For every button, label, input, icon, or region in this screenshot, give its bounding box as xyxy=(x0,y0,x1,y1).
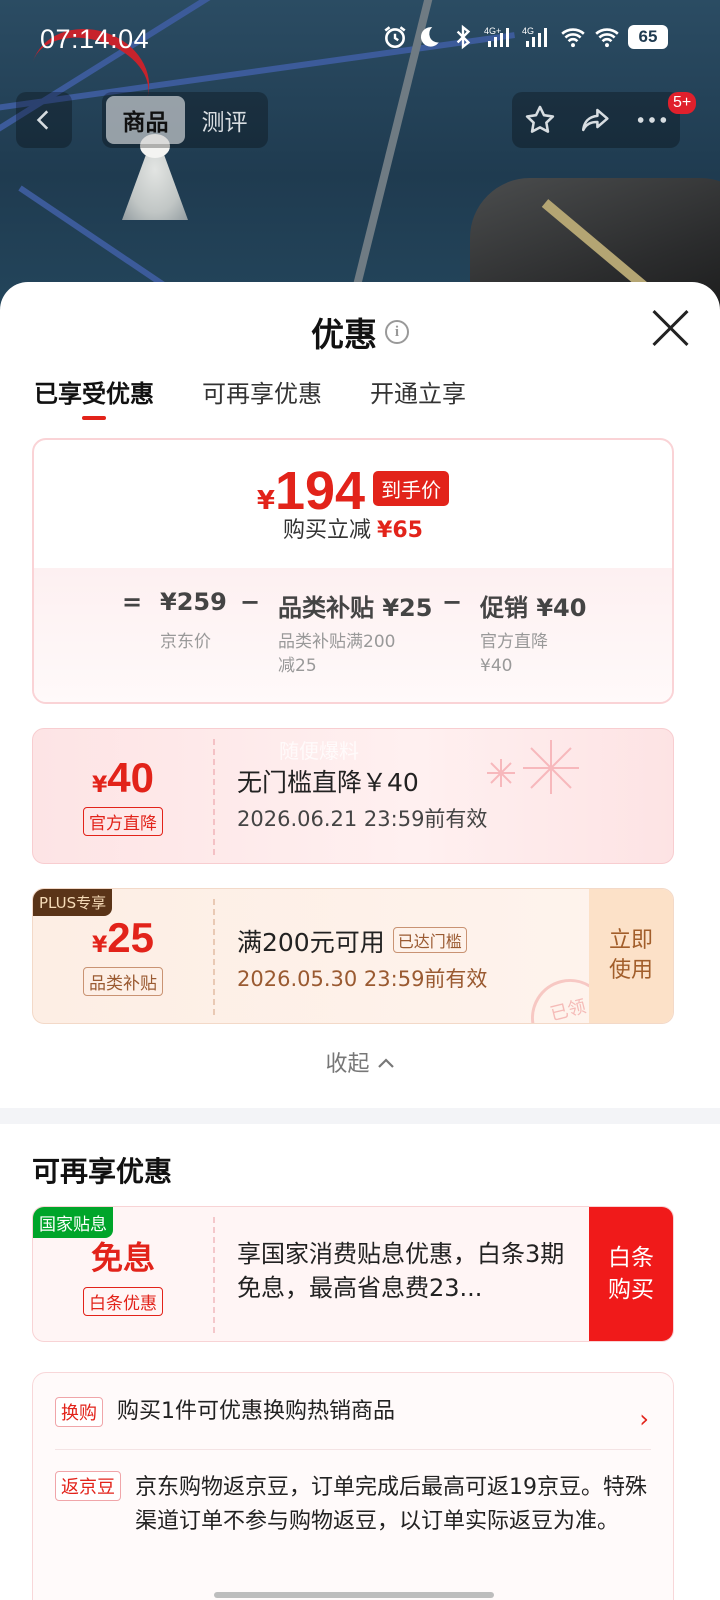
tab-activate-offers[interactable]: 开通立享 xyxy=(370,374,466,416)
wifi-icon xyxy=(560,24,586,50)
collapse-label: 收起 xyxy=(325,1052,370,1077)
bean-offer-row: 返京豆 京东购物返京豆，订单完成后最高可返19京豆。特殊渠道订单不参与购物返豆，… xyxy=(55,1471,655,1539)
home-indicator[interactable] xyxy=(214,1592,494,1598)
chevron-up-icon xyxy=(377,1058,394,1068)
price-breakdown: = ¥259 京东价 − 品类补贴 ¥25 品类补贴满200 减25 − 促销 … xyxy=(34,568,672,702)
reduction-label: 购买立减 xyxy=(283,518,372,543)
coupon-divider xyxy=(213,739,215,855)
coupon-details: 无门槛直降￥40 2026.06.21 23:59前有效 xyxy=(237,763,487,833)
tab-more-offers[interactable]: 可再享优惠 xyxy=(202,374,322,416)
close-button[interactable] xyxy=(650,308,690,348)
category-subsidy-note: 品类补贴满200 减25 xyxy=(278,632,396,676)
sheet-title: 优惠 xyxy=(311,315,377,354)
price-summary-card: ¥194 到手价 购买立减 ¥65 = ¥259 京东价 − 品类补贴 ¥25 品类… xyxy=(32,438,674,704)
coupon-title: 无门槛直降￥40 xyxy=(237,768,419,797)
coupon-value: ¥25 品类补贴 xyxy=(33,889,213,1023)
coupon-title: 满200元可用 已达门槛 xyxy=(237,923,487,959)
formula-equals: = xyxy=(122,588,143,616)
tab-enjoyed-offers[interactable]: 已享受优惠 xyxy=(34,374,154,420)
notification-badge: 5+ xyxy=(668,92,697,114)
baitiao-buy-button[interactable]: 白条 购买 xyxy=(589,1207,673,1341)
extra-offers-card: 换购 购买1件可优惠换购热销商品 › 返京豆 京东购物返京豆，订单完成后最高可返… xyxy=(32,1372,674,1600)
coupon-description: 享国家消费贴息优惠，白条3期免息，最高省息费23... xyxy=(237,1240,565,1302)
back-button[interactable] xyxy=(16,92,72,148)
info-icon[interactable]: i xyxy=(385,320,409,344)
coupon-divider xyxy=(213,899,215,1015)
promotion-note: 官方直降 ¥40 xyxy=(480,632,548,676)
coupon-type-tag: 白条优惠 xyxy=(83,1286,163,1316)
coupon-validity: 2026.05.30 23:59前有效 xyxy=(237,967,488,991)
more-icon xyxy=(637,117,667,123)
coupon-details: 满200元可用 已达门槛 2026.05.30 23:59前有效 xyxy=(237,923,487,993)
section-title: 可再享优惠 xyxy=(32,1155,173,1188)
sheet-header: 优惠 i xyxy=(0,308,720,356)
section-divider xyxy=(0,1108,720,1124)
status-time: 07:14:04 xyxy=(40,24,150,54)
watermark: 随便爆料 xyxy=(279,739,359,763)
bean-text: 京东购物返京豆，订单完成后最高可返19京豆。特殊渠道订单不参与购物返豆，以订单实… xyxy=(135,1475,647,1534)
reduction-line: 购买立减 ¥65 xyxy=(34,512,672,544)
bean-tag: 返京豆 xyxy=(55,1471,121,1501)
battery-indicator: 65 xyxy=(628,25,668,49)
coupon-divider xyxy=(213,1217,215,1333)
bluetooth-icon xyxy=(450,24,476,50)
promotion: 促销 ¥40 xyxy=(480,594,587,622)
signal-icon: 4G xyxy=(522,24,552,50)
offers-sheet: 优惠 i 已享受优惠 可再享优惠 开通立享 ¥194 到手价 购买立减 ¥65 = ¥… xyxy=(0,282,720,1600)
swap-offer-row[interactable]: 换购 购买1件可优惠换购热销商品 xyxy=(55,1397,395,1427)
swap-tag: 换购 xyxy=(55,1397,103,1427)
coupon-details: 享国家消费贴息优惠，白条3期免息，最高省息费23... xyxy=(237,1237,577,1305)
status-bar: 07:14:04 4G+ 4G 65 xyxy=(0,0,720,78)
formula-minus: − xyxy=(240,588,261,616)
favorite-button[interactable] xyxy=(518,98,562,142)
swap-text: 购买1件可优惠换购热销商品 xyxy=(117,1399,395,1424)
svg-text:4G+: 4G+ xyxy=(484,26,501,36)
coupon-value: ¥40 官方直降 xyxy=(33,729,213,863)
base-price: ¥259 xyxy=(160,588,227,616)
wifi-icon xyxy=(594,24,620,50)
status-icons: 4G+ 4G 65 xyxy=(382,24,668,50)
base-price-note: 京东价 xyxy=(160,632,211,652)
alarm-icon xyxy=(382,24,408,50)
final-price-badge: 到手价 xyxy=(373,471,450,506)
signal-icon: 4G+ xyxy=(484,24,514,50)
coupon-category-subsidy[interactable]: PLUS专享 ¥25 品类补贴 满200元可用 已达门槛 2026.05.30 2… xyxy=(32,888,674,1024)
threshold-met-tag: 已达门槛 xyxy=(392,927,467,953)
nav-tabs: 商品 测评 xyxy=(102,92,268,148)
svg-text:4G: 4G xyxy=(522,26,534,36)
coupon-type-tag: 品类补贴 xyxy=(83,966,163,996)
reduction-amount: ¥65 xyxy=(377,518,423,543)
coupon-type-tag: 官方直降 xyxy=(83,806,163,836)
use-now-button[interactable]: 立即 使用 xyxy=(589,889,673,1023)
formula-minus: − xyxy=(442,588,463,616)
category-subsidy: 品类补贴 ¥25 xyxy=(278,594,433,622)
row-divider xyxy=(55,1449,651,1450)
nav-actions xyxy=(512,92,680,148)
chevron-right-icon[interactable]: › xyxy=(639,1405,649,1433)
shuttlecock xyxy=(122,148,188,220)
tab-product[interactable]: 商品 xyxy=(106,96,185,144)
share-icon xyxy=(581,108,609,132)
share-button[interactable] xyxy=(574,98,618,142)
tab-review[interactable]: 测评 xyxy=(185,96,264,144)
collapse-button[interactable]: 收起 xyxy=(0,1046,720,1078)
coupon-amount: ¥25 xyxy=(91,913,155,961)
coupon-direct-reduction[interactable]: 随便爆料 ¥40 官方直降 无门槛直降￥40 2026.06.21 23:59前… xyxy=(32,728,674,864)
star-icon xyxy=(525,105,555,133)
coupon-value: 免息 白条优惠 xyxy=(33,1207,213,1341)
moon-icon xyxy=(416,24,442,50)
offer-tabs: 已享受优惠 可再享优惠 开通立享 xyxy=(34,374,466,420)
fireworks-decoration xyxy=(487,740,579,794)
coupon-installment[interactable]: 国家贴息 免息 白条优惠 享国家消费贴息优惠，白条3期免息，最高省息费23...… xyxy=(32,1206,674,1342)
coupon-validity: 2026.06.21 23:59前有效 xyxy=(237,807,488,831)
interest-free-label: 免息 xyxy=(90,1238,155,1277)
chevron-left-icon xyxy=(36,110,49,130)
coupon-amount: ¥40 xyxy=(91,753,155,801)
